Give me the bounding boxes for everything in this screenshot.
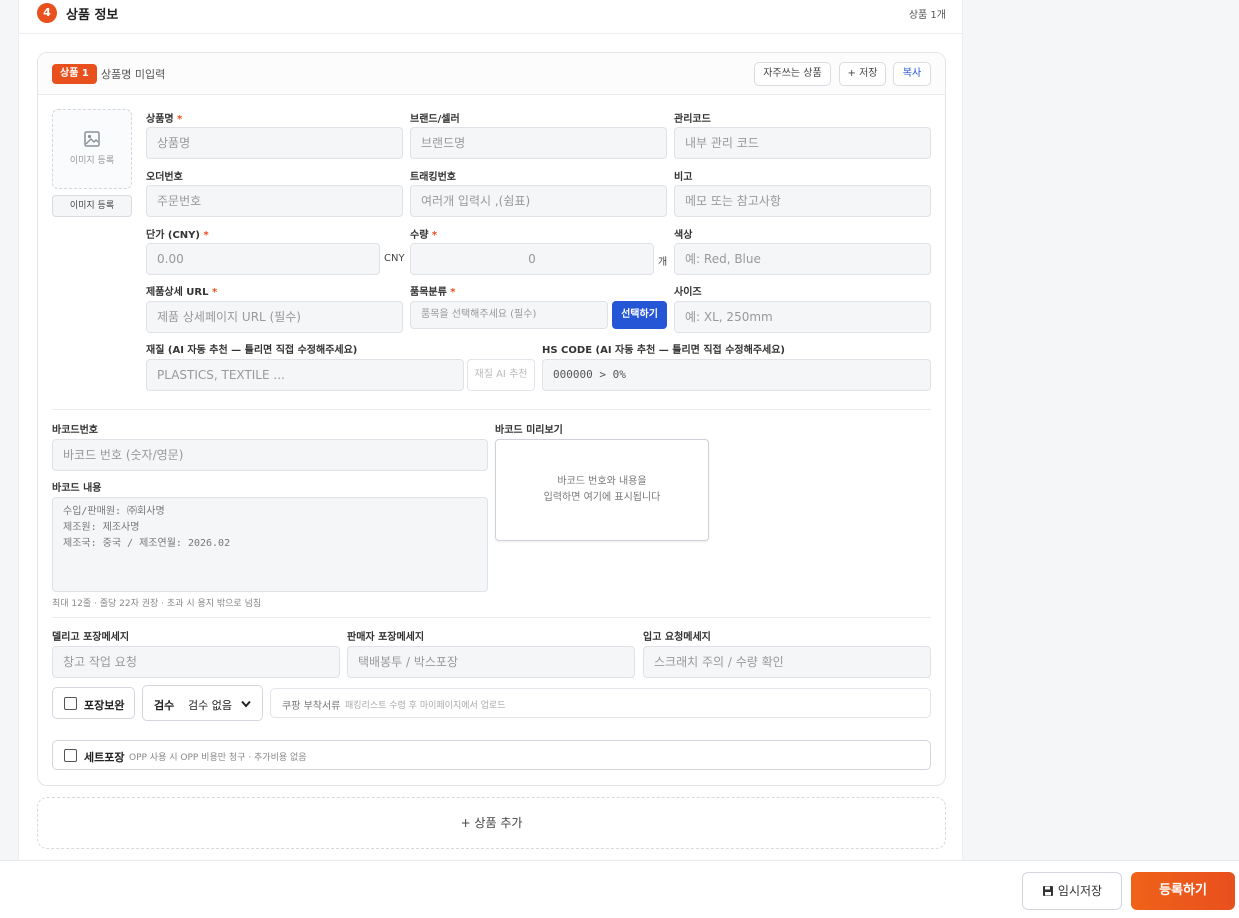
seller-message-input[interactable]: 택배봉투 / 박스포장 (347, 646, 635, 678)
color-input[interactable]: 예: Red, Blue (674, 243, 931, 275)
image-upload-box[interactable]: 이미지 등록 (52, 109, 132, 189)
divider (52, 409, 931, 410)
size-label: 사이즈 (674, 287, 702, 298)
add-product-button[interactable]: + 상품 추가 (37, 797, 946, 849)
material-input[interactable]: PLASTICS, TEXTILE ... (146, 359, 464, 391)
save-icon (1042, 886, 1053, 896)
image-register-button[interactable]: 이미지 등록 (52, 195, 132, 217)
detail-url-input[interactable]: 제품 상세페이지 URL (필수) (146, 301, 403, 333)
footer-bar: 임시저장 등록하기 (0, 860, 1239, 918)
barcode-preview-text: 입력하면 여기에 표시됩니다 (543, 492, 661, 503)
barcode-preview: 바코드 번호와 내용을 입력하면 여기에 표시됩니다 (495, 439, 709, 541)
section-header: 4 상품 정보 상품 1개 (19, 0, 964, 34)
product-name-label: 상품명 * (146, 114, 183, 125)
category-label: 품목분류 * (410, 287, 456, 298)
material-ai-button[interactable]: 재질 AI 추천 (467, 359, 535, 391)
chevron-down-icon (241, 700, 251, 708)
set-packing-hint: OPP 사용 시 OPP 비용만 청구 · 추가비용 없음 (129, 753, 307, 763)
section-title: 상품 정보 (66, 8, 119, 23)
hs-code-input[interactable]: 000000 > 0% (542, 359, 931, 391)
quantity-unit: 개 (658, 257, 668, 268)
temp-save-button[interactable]: 임시저장 (1022, 872, 1122, 910)
order-no-label: 오더번호 (146, 172, 183, 183)
register-button[interactable]: 등록하기 (1131, 872, 1235, 910)
note-input[interactable]: 메모 또는 참고사항 (674, 185, 931, 217)
brand-input[interactable]: 브랜드명 (410, 127, 667, 159)
inspection-select[interactable]: 검수 검수 없음 (142, 685, 263, 721)
manage-code-input[interactable]: 내부 관리 코드 (674, 127, 931, 159)
detail-url-label: 제품상세 URL * (146, 287, 218, 298)
barcode-content-line: 수입/판매원: ㈜회사명 (63, 506, 165, 517)
set-packing-checkbox[interactable] (64, 749, 77, 762)
manage-code-label: 관리코드 (674, 114, 711, 125)
note-label: 비고 (674, 172, 693, 183)
barcode-number-input[interactable]: 바코드 번호 (숫자/영문) (52, 439, 488, 471)
product-name-input[interactable]: 상품명 (146, 127, 403, 159)
unit-price-label: 단가 (CNY) * (146, 230, 209, 241)
quantity-input[interactable]: 0 (410, 243, 654, 275)
warehouse-message-input[interactable]: 창고 작업 요청 (52, 646, 340, 678)
tracking-no-input[interactable]: 여러개 입력시 ,(쉼표) (410, 185, 667, 217)
set-packing-label: 세트포장 (84, 751, 125, 764)
barcode-number-label: 바코드번호 (52, 425, 98, 436)
coupang-document-field[interactable]: 쿠팡 부착서류 패킹리스트 수령 후 마이페이지에서 업로드 (270, 688, 931, 718)
color-label: 색상 (674, 230, 693, 241)
barcode-content-textarea[interactable]: 수입/판매원: ㈜회사명 제조원: 제조사명 제조국: 중국 / 제조연월: 2… (52, 497, 488, 592)
coupang-document-label: 쿠팡 부착서류 (282, 701, 341, 712)
size-input[interactable]: 예: XL, 250mm (674, 301, 931, 333)
tracking-no-label: 트래킹번호 (410, 172, 456, 183)
set-packing-option[interactable]: 세트포장 OPP 사용 시 OPP 비용만 청구 · 추가비용 없음 (52, 740, 931, 770)
order-no-input[interactable]: 주문번호 (146, 185, 403, 217)
copy-button[interactable]: 복사 (893, 62, 931, 86)
product-name-status: 상품명 미입력 (101, 68, 166, 81)
barcode-content-label: 바코드 내용 (52, 483, 102, 494)
product-info-section: 4 상품 정보 상품 1개 상품 1 상품명 미입력 자주쓰는 상품 + 저장 … (18, 0, 964, 860)
brand-label: 브랜드/셀러 (410, 114, 460, 125)
category-input[interactable]: 품목을 선택해주세요 (필수) (410, 301, 608, 329)
packing-reinforce-label: 포장보완 (84, 699, 125, 712)
seller-message-label: 판매자 포장메세지 (347, 632, 425, 643)
barcode-preview-label: 바코드 미리보기 (495, 425, 563, 436)
image-icon (84, 131, 100, 147)
quantity-label: 수량 * (410, 230, 438, 241)
divider (52, 617, 931, 618)
product-badge: 상품 1 (52, 64, 97, 84)
inbound-message-input[interactable]: 스크래치 주의 / 수량 확인 (643, 646, 931, 678)
category-select-button[interactable]: 선택하기 (612, 301, 667, 329)
barcode-content-line: 제조국: 중국 / 제조연월: 2026.02 (63, 538, 231, 549)
hs-code-label: HS CODE (AI 자동 추천 — 틀리면 직접 수정해주세요) (542, 345, 785, 356)
unit-price-input[interactable]: 0.00 (146, 243, 380, 275)
packing-reinforce-option[interactable]: 포장보완 (52, 687, 135, 719)
favorites-button[interactable]: 자주쓰는 상품 (754, 62, 831, 86)
inspection-label: 검수 (154, 699, 175, 712)
image-box-label: 이미지 등록 (69, 156, 115, 166)
temp-save-label: 임시저장 (1057, 884, 1103, 898)
section-number: 4 (37, 3, 57, 23)
inspection-value: 검수 없음 (188, 699, 232, 712)
packing-reinforce-checkbox[interactable] (64, 697, 77, 710)
save-product-button[interactable]: + 저장 (839, 62, 886, 86)
coupang-document-hint: 패킹리스트 수령 후 마이페이지에서 업로드 (345, 701, 506, 711)
barcode-content-line: 제조원: 제조사명 (63, 522, 140, 533)
inbound-message-label: 입고 요청메세지 (643, 632, 711, 643)
barcode-hint: 최대 12줄 · 줄당 22자 권장 · 초과 시 용지 밖으로 넘침 (52, 599, 262, 609)
material-label: 재질 (AI 자동 추천 — 틀리면 직접 수정해주세요) (146, 345, 358, 356)
product-card: 상품 1 상품명 미입력 자주쓰는 상품 + 저장 복사 이미지 등록 이미지 … (37, 52, 946, 786)
product-count: 상품 1개 (908, 10, 946, 21)
barcode-preview-text: 바코드 번호와 내용을 (557, 476, 647, 487)
warehouse-message-label: 델리고 포장메세지 (52, 632, 130, 643)
currency-unit: CNY (384, 253, 405, 264)
product-card-header: 상품 1 상품명 미입력 자주쓰는 상품 + 저장 복사 (38, 53, 945, 95)
